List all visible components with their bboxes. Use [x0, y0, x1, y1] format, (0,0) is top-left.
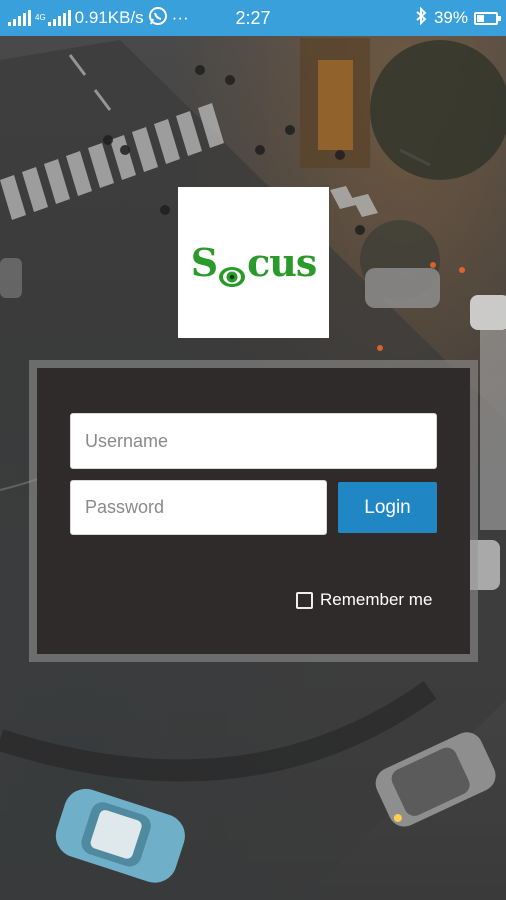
bluetooth-icon [414, 6, 428, 30]
signal-4g-icon [47, 10, 71, 26]
app-logo: S cus [178, 187, 329, 338]
battery-icon [474, 11, 501, 25]
signal-icon [8, 10, 31, 26]
more-icon: ··· [171, 8, 189, 27]
login-button[interactable]: Login [338, 482, 437, 533]
status-bar: 4G 0.91KB/s ··· 2:27 39% [0, 0, 506, 36]
battery-percent: 39% [433, 8, 468, 27]
username-input[interactable] [70, 413, 437, 469]
network-type: 4G [35, 13, 46, 22]
battery-level [477, 14, 484, 22]
eye-icon [218, 252, 246, 287]
remember-me-checkbox[interactable] [296, 591, 313, 609]
logo-text-left: S [190, 240, 218, 285]
remember-me-label: Remember me [320, 590, 433, 609]
password-input[interactable] [70, 480, 327, 535]
whatsapp-icon [148, 6, 168, 31]
network-speed: 0.91KB/s [74, 8, 144, 27]
logo-text-right: cus [247, 240, 317, 285]
remember-me-toggle[interactable]: Remember me [296, 590, 432, 610]
